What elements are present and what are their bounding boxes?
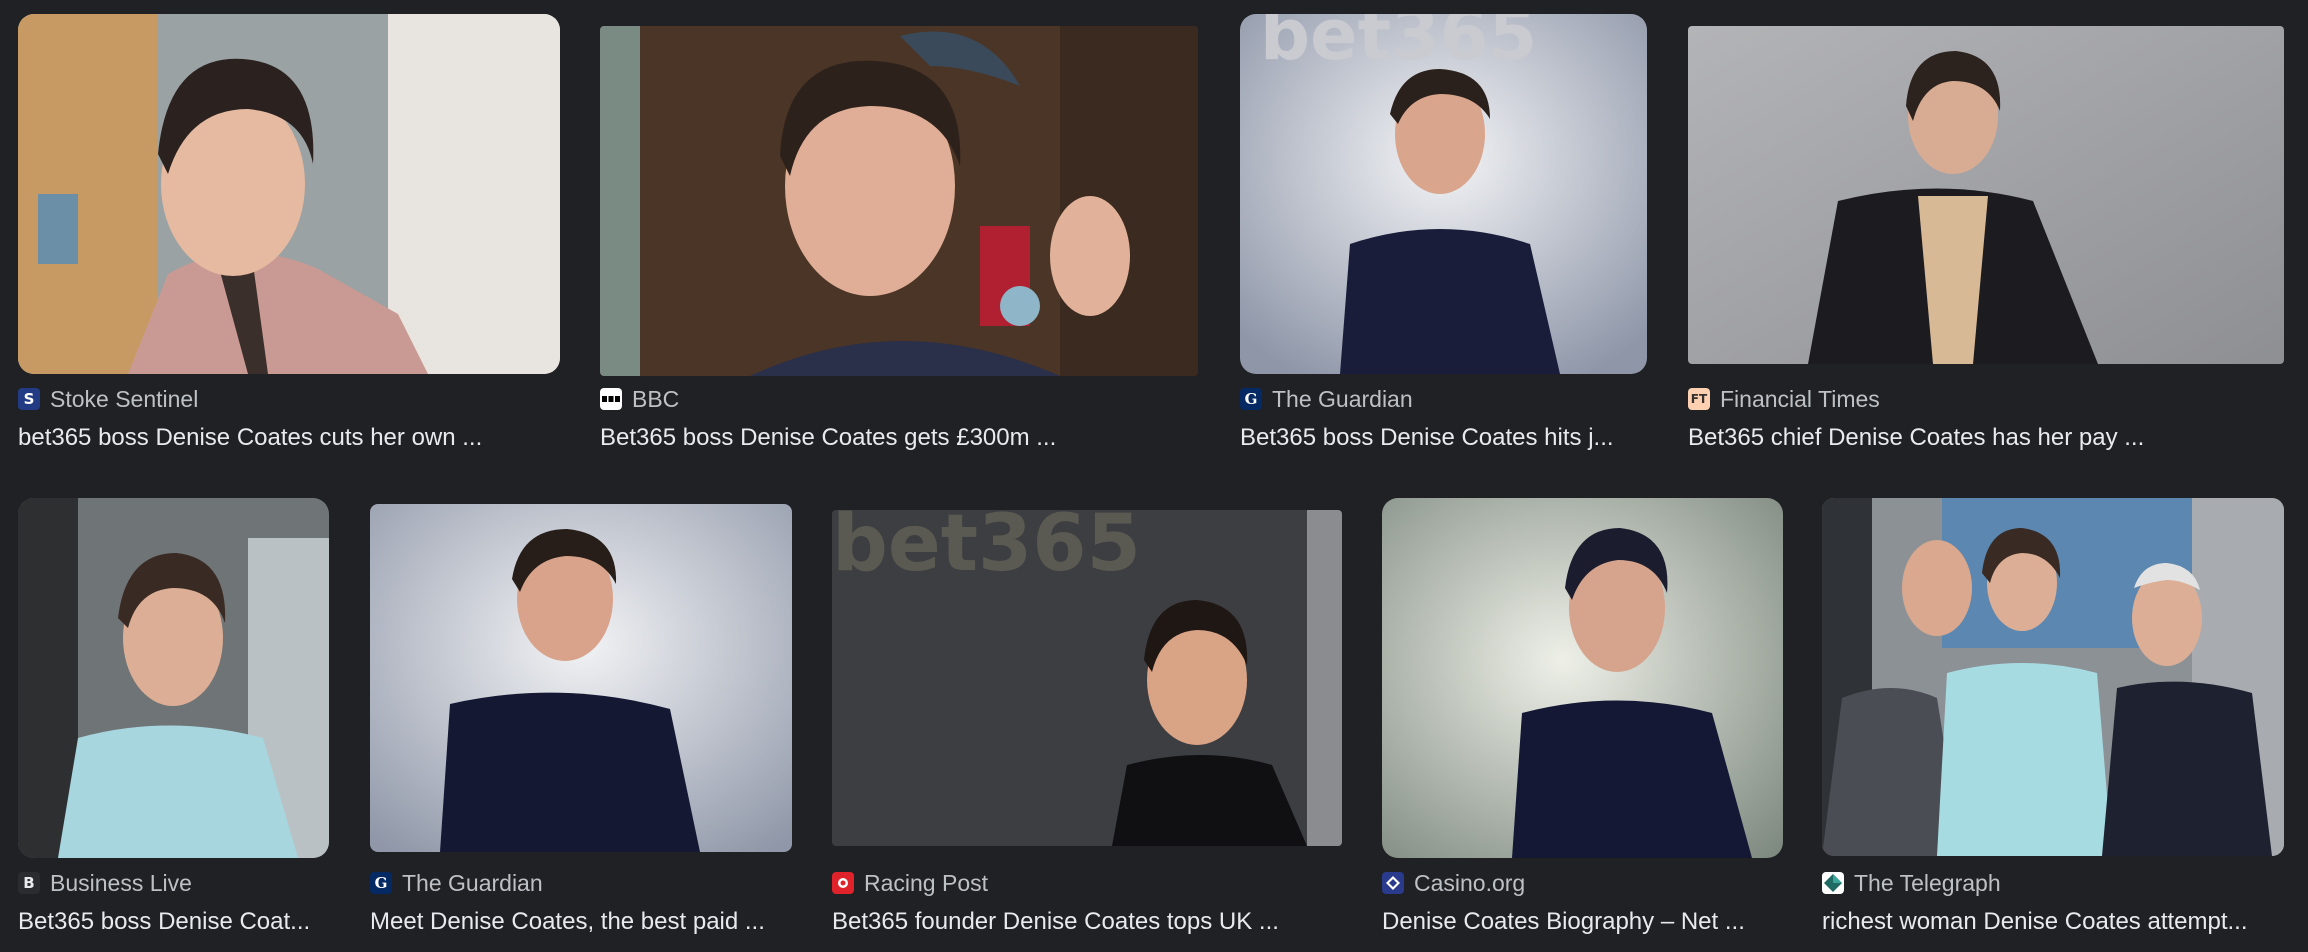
result-thumbnail[interactable]	[600, 26, 1198, 376]
source-name: Racing Post	[864, 869, 989, 896]
result-source[interactable]: S Stoke Sentinel	[18, 384, 198, 414]
result-source[interactable]: The Telegraph	[1822, 868, 2001, 898]
result-source[interactable]: G The Guardian	[1240, 384, 1413, 414]
result-title[interactable]: Bet365 chief Denise Coates has her pay .…	[1688, 422, 2284, 454]
result-thumbnail[interactable]: bet365	[1240, 14, 1647, 374]
result-thumbnail[interactable]	[1688, 26, 2284, 364]
result-thumbnail[interactable]	[1382, 498, 1783, 858]
source-name: Business Live	[50, 869, 192, 896]
result-title[interactable]: bet365 boss Denise Coates cuts her own .…	[18, 422, 560, 454]
result-title[interactable]: Meet Denise Coates, the best paid ...	[370, 906, 792, 938]
result-source[interactable]: BBC	[600, 384, 679, 414]
source-name: The Telegraph	[1854, 869, 2001, 896]
result-thumbnail[interactable]	[18, 498, 329, 858]
result-thumbnail[interactable]	[18, 14, 560, 374]
racing-post-favicon-icon	[832, 872, 854, 894]
result-title[interactable]: Bet365 founder Denise Coates tops UK ...	[832, 906, 1342, 938]
business-live-favicon-icon: B	[18, 872, 40, 894]
result-title[interactable]: Bet365 boss Denise Coates gets £300m ...	[600, 422, 1198, 454]
casino-org-favicon-icon	[1382, 872, 1404, 894]
image-result-card[interactable]: G The Guardian Meet Denise Coates, the b…	[370, 498, 792, 948]
source-name: The Guardian	[1272, 385, 1413, 412]
result-source[interactable]: Racing Post	[832, 868, 988, 898]
guardian-favicon-icon: G	[1240, 388, 1262, 410]
result-source[interactable]: FT Financial Times	[1688, 384, 1880, 414]
result-title[interactable]: Bet365 boss Denise Coat...	[18, 906, 329, 938]
result-title[interactable]: Denise Coates Biography – Net ...	[1382, 906, 1783, 938]
image-result-card[interactable]: bet365 Racing Post Bet365 founder Denise…	[832, 498, 1342, 948]
result-source[interactable]: B Business Live	[18, 868, 192, 898]
result-title[interactable]: richest woman Denise Coates attempt...	[1822, 906, 2284, 938]
image-result-card[interactable]: The Telegraph richest woman Denise Coate…	[1822, 498, 2284, 948]
result-thumbnail[interactable]: bet365	[832, 510, 1342, 846]
image-result-card[interactable]: bet365 G The Guardian Bet365 boss Denise…	[1240, 14, 1647, 464]
stoke-sentinel-favicon-icon: S	[18, 388, 40, 410]
result-source[interactable]: G The Guardian	[370, 868, 543, 898]
guardian-favicon-icon: G	[370, 872, 392, 894]
image-result-card[interactable]: Casino.org Denise Coates Biography – Net…	[1382, 498, 1783, 948]
source-name: Casino.org	[1414, 869, 1526, 896]
image-result-card[interactable]: FT Financial Times Bet365 chief Denise C…	[1688, 14, 2284, 464]
result-title[interactable]: Bet365 boss Denise Coates hits j...	[1240, 422, 1647, 454]
image-result-card[interactable]: BBC Bet365 boss Denise Coates gets £300m…	[600, 14, 1198, 464]
source-name: Stoke Sentinel	[50, 385, 199, 412]
image-result-card[interactable]: B Business Live Bet365 boss Denise Coat.…	[18, 498, 329, 948]
image-result-card[interactable]: S Stoke Sentinel bet365 boss Denise Coat…	[18, 14, 560, 464]
result-thumbnail[interactable]	[370, 504, 792, 852]
bet365-watermark: bet365	[1260, 14, 1537, 76]
source-name: Financial Times	[1720, 385, 1880, 412]
bet365-watermark: bet365	[832, 510, 1141, 589]
result-thumbnail[interactable]	[1822, 498, 2284, 856]
telegraph-favicon-icon	[1822, 872, 1844, 894]
source-name: The Guardian	[402, 869, 543, 896]
ft-favicon-icon: FT	[1688, 388, 1710, 410]
bbc-favicon-icon	[600, 388, 622, 410]
source-name: BBC	[632, 385, 680, 412]
result-source[interactable]: Casino.org	[1382, 868, 1525, 898]
